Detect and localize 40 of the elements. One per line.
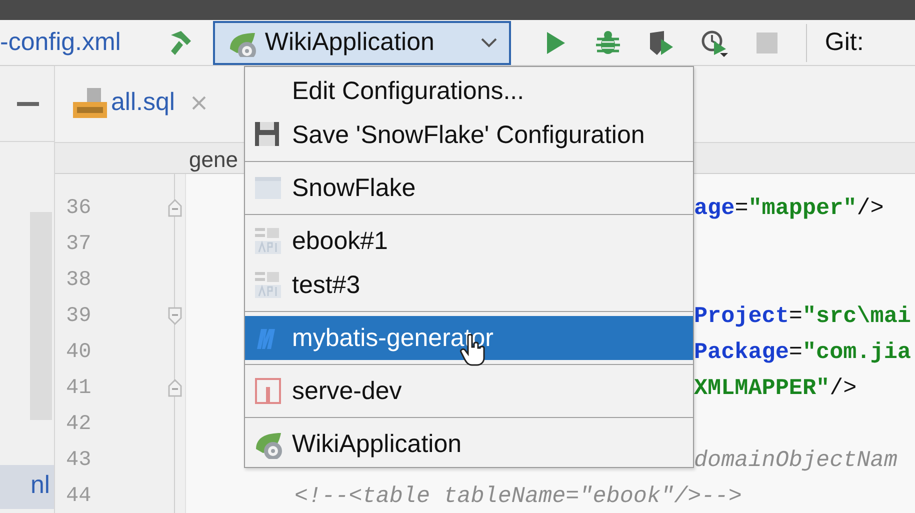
code-line: Package="com.jia	[694, 339, 911, 365]
menu-item[interactable]: SnowFlake	[245, 166, 693, 210]
sql-file-icon	[73, 88, 107, 118]
file-name[interactable]: -config.xml	[0, 28, 121, 57]
line-number: 36	[65, 196, 92, 220]
menu-item[interactable]: Edit Configurations...	[245, 69, 693, 113]
git-label: Git:	[824, 28, 864, 57]
line-number: 38	[65, 268, 92, 292]
fold-icon[interactable]	[167, 378, 183, 398]
code-line: age="mapper"/>	[694, 195, 884, 221]
line-number: 37	[65, 232, 92, 256]
close-icon[interactable]	[190, 94, 207, 110]
line-number: 44	[65, 484, 92, 508]
api-icon	[253, 270, 283, 300]
line-number: 42	[65, 412, 92, 436]
breadcrumb[interactable]: gene	[189, 147, 238, 173]
tree-item[interactable]: nl	[0, 465, 54, 509]
server-icon	[253, 376, 283, 406]
line-number: 40	[65, 340, 92, 364]
code-line: Project="src\mai	[694, 303, 911, 329]
fold-icon[interactable]	[167, 306, 183, 326]
code-line: domainObjectNam	[694, 447, 898, 473]
clock-run-icon[interactable]	[700, 28, 728, 56]
run-configuration-dropdown[interactable]: WikiApplication	[212, 20, 511, 64]
fold-icon[interactable]	[167, 198, 183, 218]
line-number: 43	[65, 448, 92, 472]
api-icon	[253, 226, 283, 256]
menu-item[interactable]: serve-dev	[245, 369, 693, 413]
code-line: <!--<table tableName="ebook"/>-->	[293, 483, 742, 509]
line-number: 41	[65, 376, 92, 400]
menu-item[interactable]: Save 'SnowFlake' Configuration	[245, 113, 693, 157]
menu-item[interactable]: mybatis-generator	[245, 316, 693, 360]
caret-icon	[480, 38, 497, 48]
menu-item[interactable]: ebook#1	[245, 219, 693, 263]
bug-icon[interactable]	[594, 28, 622, 56]
minimize-icon[interactable]	[17, 102, 39, 106]
line-number: 39	[65, 304, 92, 328]
menu-item[interactable]: test#3	[245, 263, 693, 307]
code-line: XMLMAPPER"/>	[694, 375, 857, 401]
menu-item[interactable]: WikiApplication	[245, 422, 693, 466]
